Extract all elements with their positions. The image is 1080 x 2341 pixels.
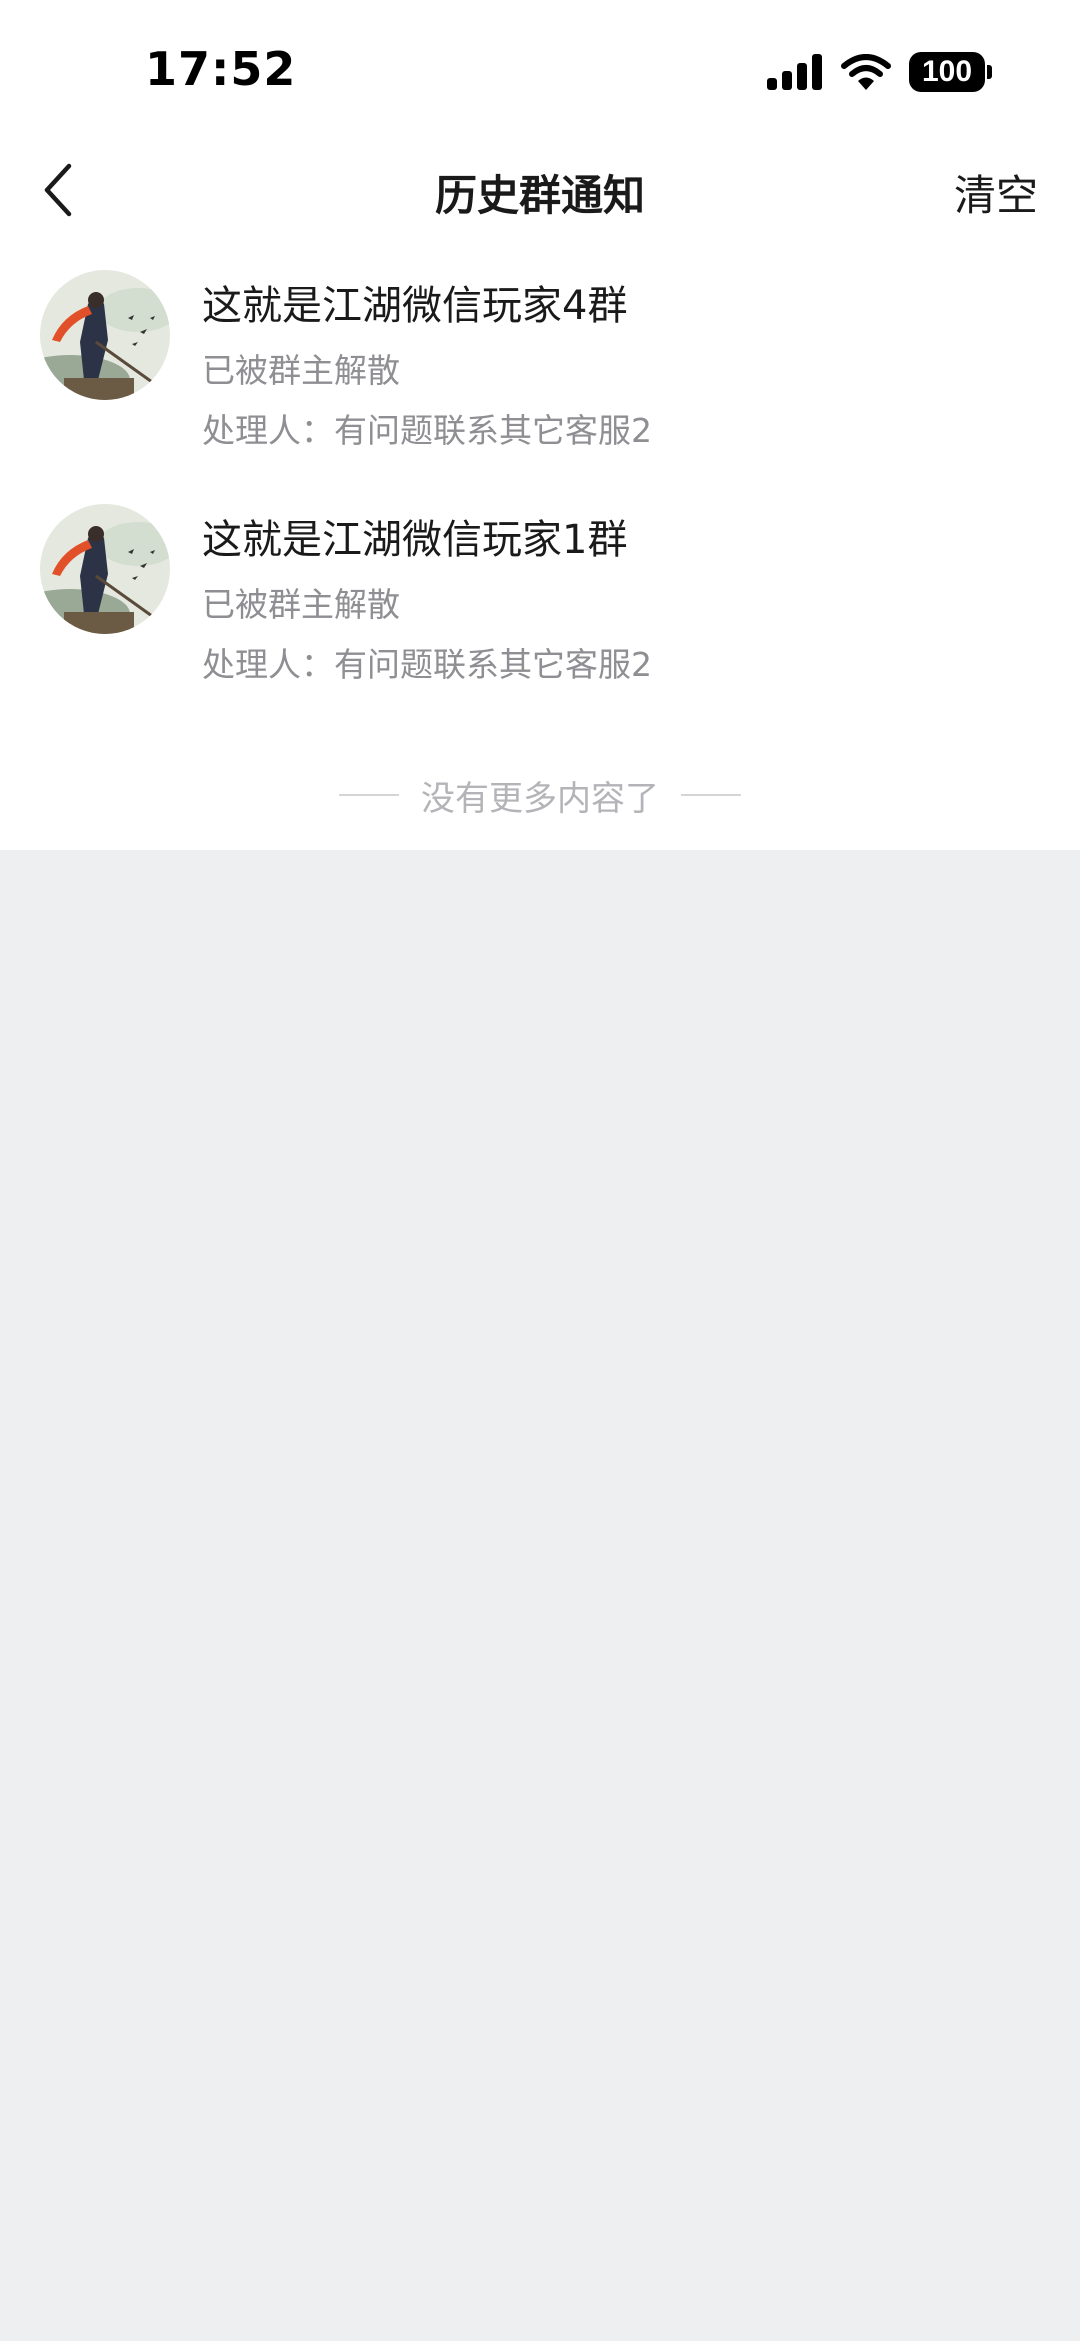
- notice-handler: 处理人：有问题联系其它客服2: [202, 411, 652, 450]
- notice-list: 这就是江湖微信玩家4群 已被群主解散 处理人：有问题联系其它客服2 这就是江湖微: [0, 265, 1080, 733]
- notice-status: 已被群主解散: [202, 351, 400, 390]
- list-item[interactable]: 这就是江湖微信玩家4群 已被群主解散 处理人：有问题联系其它客服2: [0, 265, 1080, 499]
- list-item[interactable]: 这就是江湖微信玩家1群 已被群主解散 处理人：有问题联系其它客服2: [0, 499, 1080, 733]
- nav-bar: 历史群通知 清空: [0, 140, 1080, 240]
- clear-button[interactable]: 清空: [954, 162, 1038, 223]
- divider-left: [339, 794, 399, 796]
- status-time: 17:52: [145, 42, 297, 96]
- cellular-signal-icon: [767, 54, 822, 90]
- wifi-icon: [841, 54, 891, 90]
- battery-tip: [987, 65, 992, 79]
- notice-handler: 处理人：有问题联系其它客服2: [202, 645, 652, 684]
- group-name: 这就是江湖微信玩家4群: [202, 283, 628, 329]
- end-of-list-indicator: 没有更多内容了: [0, 770, 1080, 820]
- battery-icon: 100: [909, 52, 992, 92]
- battery-level: 100: [921, 55, 973, 88]
- group-name: 这就是江湖微信玩家1群: [202, 517, 628, 563]
- content-area: 17:52 100 历史群通知 清空 这就是江湖微信玩家4群 已被群主解散 处理…: [0, 0, 1080, 850]
- page-title: 历史群通知: [434, 171, 645, 220]
- end-of-list-text: 没有更多内容了: [421, 778, 659, 819]
- divider-right: [681, 794, 741, 796]
- avatar: [40, 270, 170, 400]
- notice-status: 已被群主解散: [202, 585, 400, 624]
- avatar: [40, 504, 170, 634]
- status-bar: 17:52 100: [0, 0, 1080, 140]
- status-icons: 100: [767, 50, 992, 94]
